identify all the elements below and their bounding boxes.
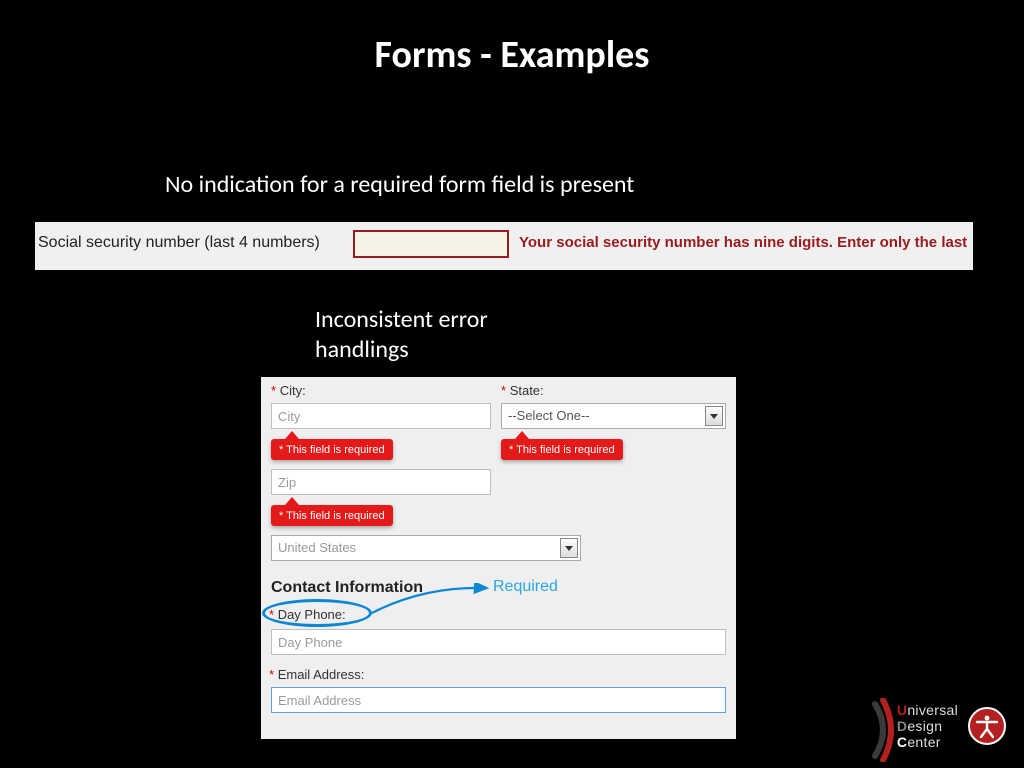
city-error-tooltip: * This field is required (271, 439, 393, 460)
zip-input[interactable] (271, 469, 491, 495)
caption-inconsistent-errors: Inconsistent error handlings (315, 305, 575, 365)
dropdown-icon[interactable] (705, 406, 723, 426)
logo-d: D (897, 718, 907, 734)
logo-c: C (897, 734, 907, 750)
zip-error-tooltip: * This field is required (271, 505, 393, 526)
udc-logo: Universal Design Center (897, 702, 1006, 750)
logo-d-rest: esign (907, 718, 942, 734)
city-input[interactable] (271, 403, 491, 429)
city-label: * City: (271, 383, 306, 398)
ssn-input[interactable] (353, 230, 509, 258)
required-star: * (269, 667, 274, 682)
email-label: * Email Address: (269, 667, 364, 682)
country-select-value: United States (278, 540, 356, 555)
day-phone-label-text: Day Phone: (278, 607, 346, 622)
accessibility-icon (968, 707, 1006, 745)
state-label: * State: (501, 383, 544, 398)
logo-c-rest: enter (907, 734, 940, 750)
form-example-panel: * City: * State: --Select One-- * This f… (261, 377, 736, 739)
ssn-label: Social security number (last 4 numbers) (38, 234, 320, 252)
city-label-text: City: (280, 383, 306, 398)
state-error-tooltip: * This field is required (501, 439, 623, 460)
state-select[interactable]: --Select One-- (501, 403, 726, 429)
logo-text: Universal Design Center (897, 702, 958, 750)
state-label-text: State: (510, 383, 544, 398)
required-star: * (271, 383, 276, 398)
required-annotation: Required (493, 578, 558, 596)
slide-title: Forms - Examples (0, 32, 1024, 78)
state-select-value: --Select One-- (508, 408, 590, 423)
contact-info-heading: Contact Information (271, 579, 423, 597)
logo-u: U (897, 702, 907, 718)
caption-required-missing: No indication for a required form field … (165, 170, 634, 199)
day-phone-label: * Day Phone: (269, 607, 346, 622)
ssn-helper-message: Your social security number has nine dig… (519, 234, 967, 251)
country-select[interactable]: United States (271, 535, 581, 561)
email-label-text: Email Address: (278, 667, 365, 682)
email-input[interactable] (271, 687, 726, 713)
dropdown-icon[interactable] (560, 538, 578, 558)
day-phone-input[interactable] (271, 629, 726, 655)
required-star: * (501, 383, 506, 398)
ssn-example-strip: Social security number (last 4 numbers) … (35, 222, 973, 270)
required-star: * (269, 607, 274, 622)
logo-u-rest: niversal (907, 702, 958, 718)
logo-swoosh-icon (869, 698, 899, 762)
